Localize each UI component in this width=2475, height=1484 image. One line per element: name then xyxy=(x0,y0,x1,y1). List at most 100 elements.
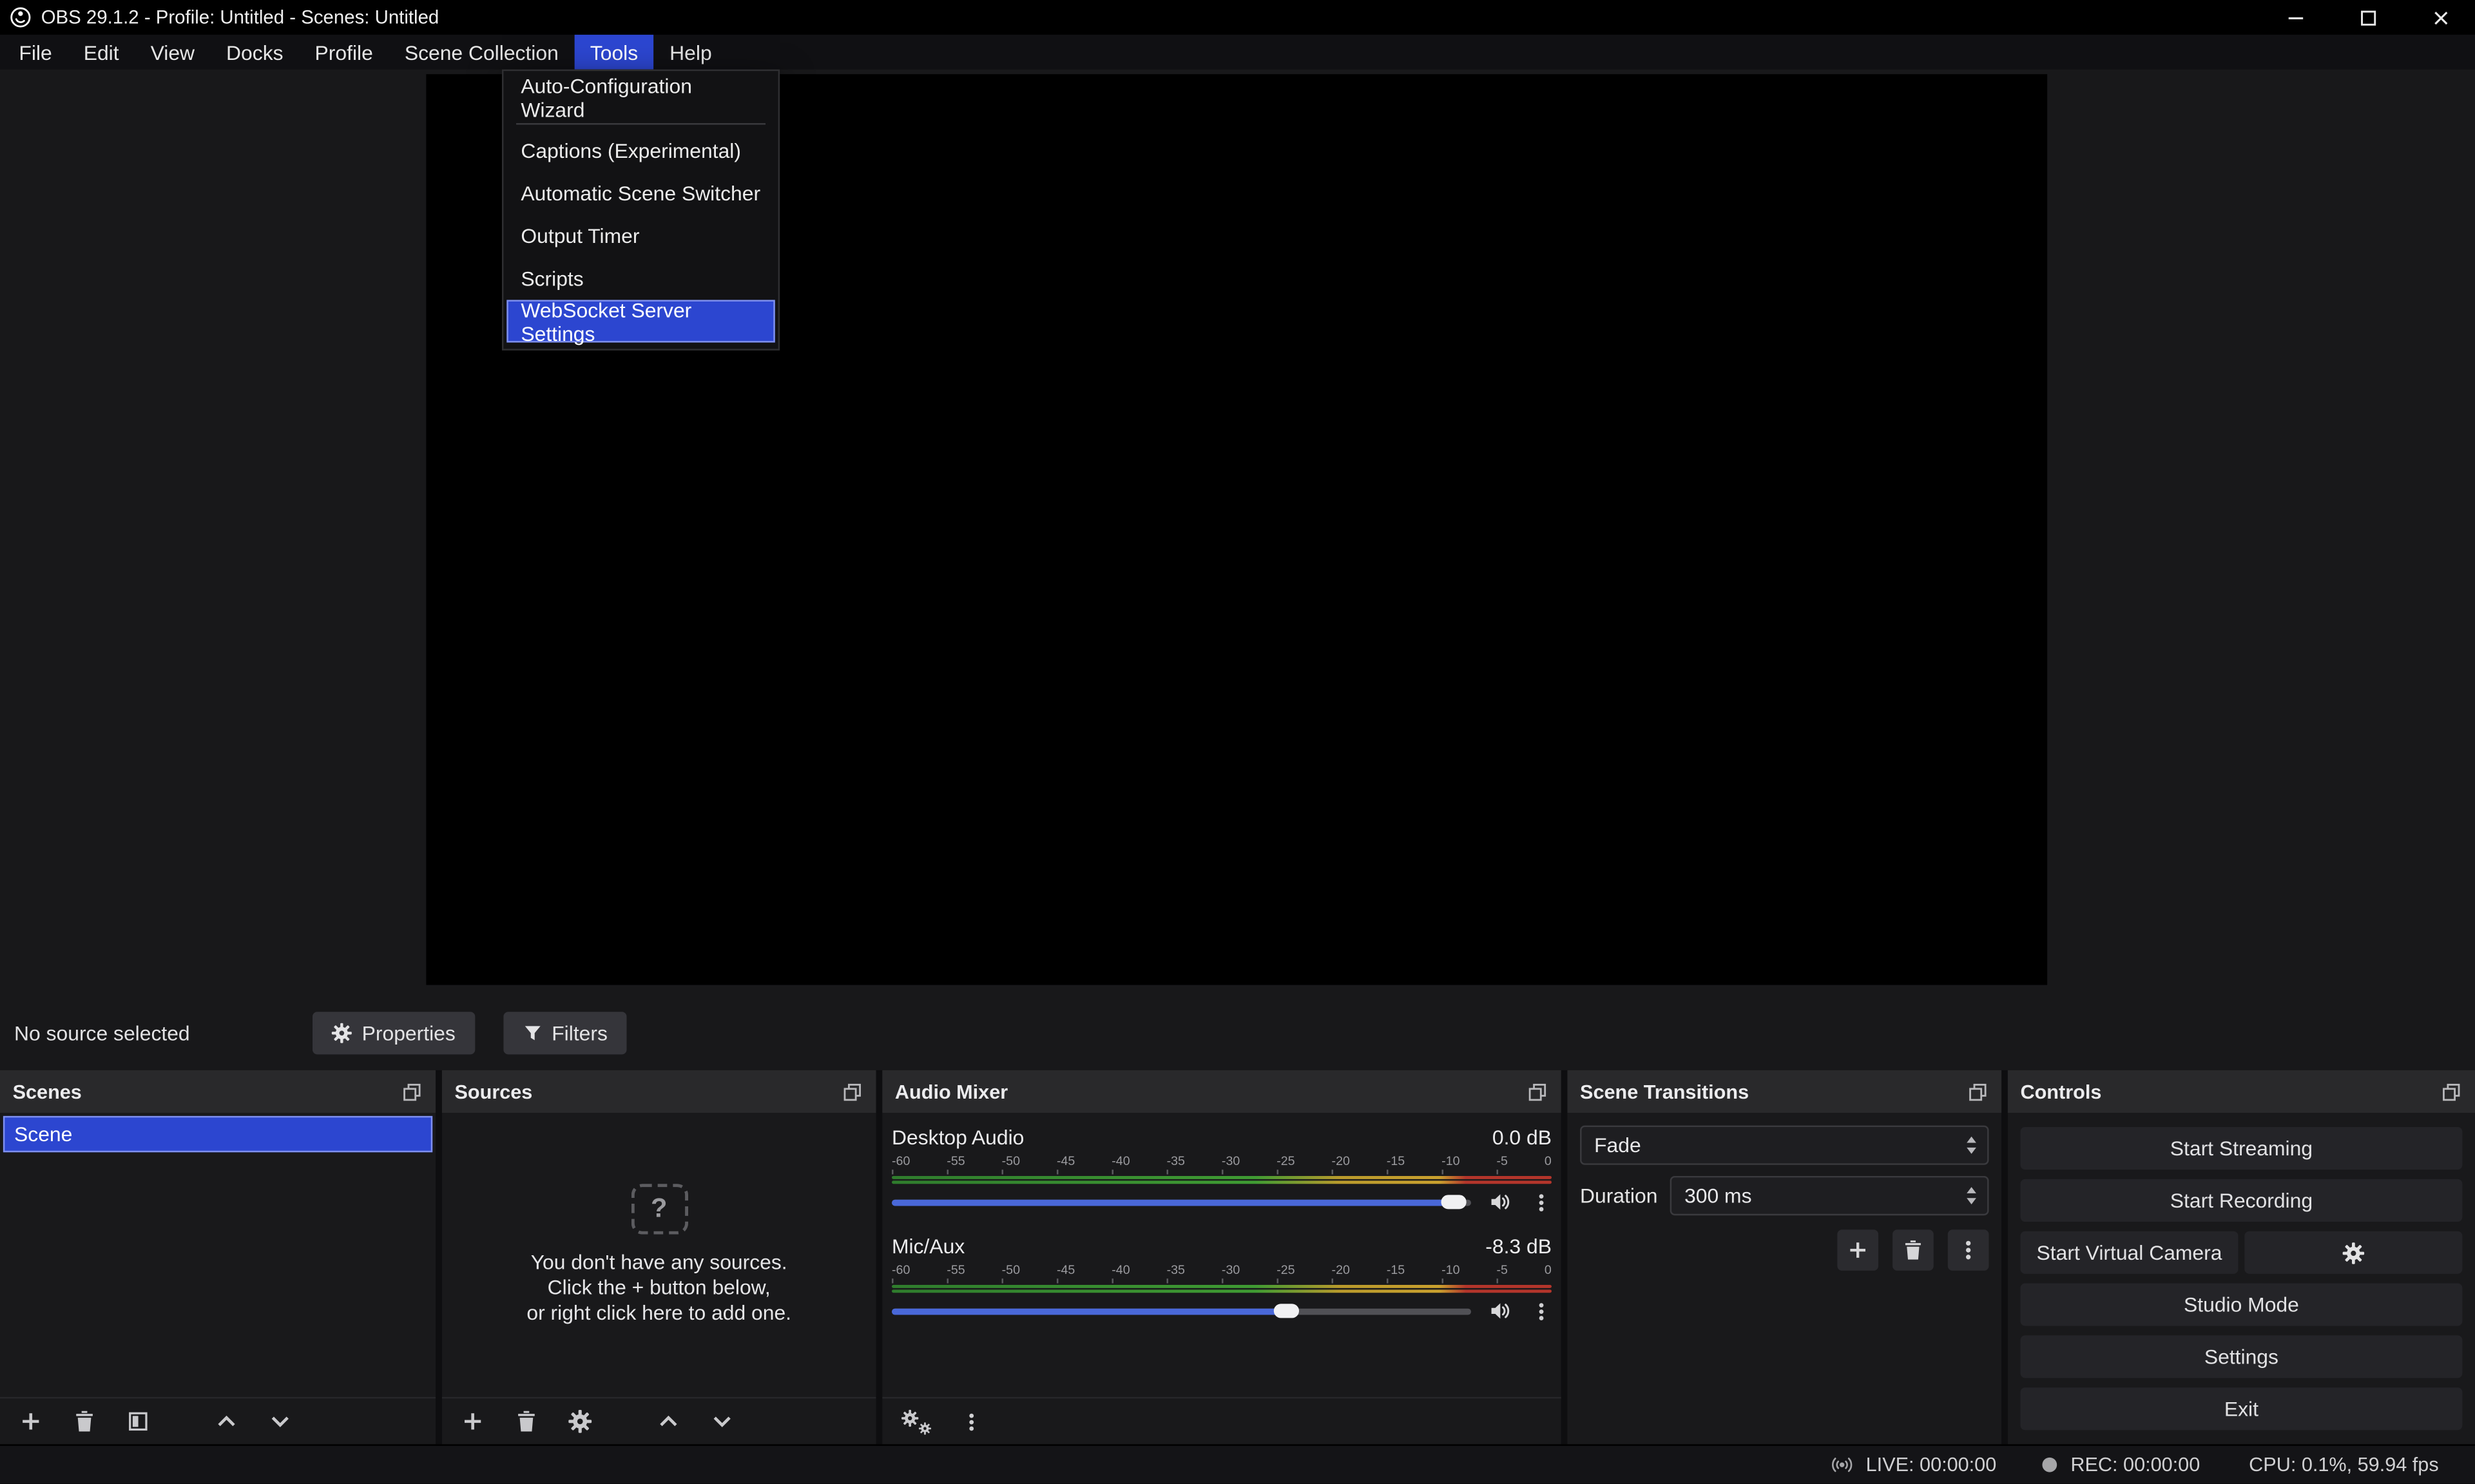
duration-value: 300 ms xyxy=(1684,1184,1751,1208)
menu-profile[interactable]: Profile xyxy=(299,35,389,70)
move-source-down-button[interactable] xyxy=(709,1409,734,1434)
source-properties-button[interactable] xyxy=(566,1409,592,1434)
menu-scene-collection[interactable]: Scene Collection xyxy=(389,35,574,70)
duration-decrement-button[interactable] xyxy=(1967,1198,1976,1204)
studio-mode-button[interactable]: Studio Mode xyxy=(2020,1284,2462,1326)
audio-mixer-dock-header[interactable]: Audio Mixer xyxy=(882,1070,1561,1113)
virtual-camera-settings-button[interactable] xyxy=(2244,1231,2462,1274)
tick-label: -55 xyxy=(947,1154,965,1170)
remove-transition-button[interactable] xyxy=(1892,1229,1934,1271)
popout-icon[interactable] xyxy=(1967,1081,1989,1103)
sources-dock-header[interactable]: Sources xyxy=(442,1070,876,1113)
tick-label: -50 xyxy=(1002,1263,1020,1278)
channel-options-button[interactable] xyxy=(1530,1190,1552,1215)
remove-source-button[interactable] xyxy=(513,1409,538,1434)
channel-options-button[interactable] xyxy=(1530,1298,1552,1324)
transition-options-button[interactable] xyxy=(1948,1229,1989,1271)
window-controls xyxy=(2282,6,2459,28)
duration-label: Duration xyxy=(1580,1184,1657,1208)
meter-bar-right xyxy=(892,1180,1552,1184)
menu-edit[interactable]: Edit xyxy=(68,35,135,70)
remove-scene-button[interactable] xyxy=(71,1409,96,1434)
controls-dock-header[interactable]: Controls xyxy=(2008,1070,2475,1113)
close-button[interactable] xyxy=(2427,6,2452,28)
menu-docks[interactable]: Docks xyxy=(211,35,299,70)
tools-menu-captions[interactable]: Captions (Experimental) xyxy=(506,130,775,172)
tick-label: -50 xyxy=(1002,1154,1020,1170)
popout-icon[interactable] xyxy=(2440,1081,2462,1103)
source-toolbar: No source selected Properties Filters xyxy=(0,994,2475,1070)
filters-button[interactable]: Filters xyxy=(503,1011,626,1054)
mute-button[interactable] xyxy=(1488,1190,1512,1214)
tick-label: -10 xyxy=(1441,1154,1459,1170)
audio-mixer-dock: Audio Mixer Desktop Audio 0.0 dB -60-55-… xyxy=(882,1070,1561,1445)
transition-selected-value: Fade xyxy=(1594,1133,1641,1157)
duration-increment-button[interactable] xyxy=(1967,1187,1976,1193)
titlebar[interactable]: OBS 29.1.2 - Profile: Untitled - Scenes:… xyxy=(0,0,2475,35)
tools-menu-output-timer[interactable]: Output Timer xyxy=(506,215,775,257)
sources-empty-state: ? You don't have any sources. Click the … xyxy=(442,1113,876,1397)
tools-menu-websocket-server-settings[interactable]: WebSocket Server Settings xyxy=(506,300,775,342)
volume-slider-handle[interactable] xyxy=(1441,1195,1466,1209)
move-scene-down-button[interactable] xyxy=(267,1409,292,1434)
exit-button[interactable]: Exit xyxy=(2020,1387,2462,1430)
transition-select[interactable]: Fade xyxy=(1580,1126,1989,1165)
tools-menu-automatic-scene-switcher[interactable]: Automatic Scene Switcher xyxy=(506,172,775,215)
popout-icon[interactable] xyxy=(842,1081,863,1103)
controls-body: Start Streaming Start Recording Start Vi… xyxy=(2008,1113,2475,1444)
popout-icon[interactable] xyxy=(401,1081,423,1103)
menu-help[interactable]: Help xyxy=(654,35,728,70)
tools-menu-scripts[interactable]: Scripts xyxy=(506,257,775,300)
move-scene-up-button[interactable] xyxy=(213,1409,238,1434)
channel-name: Desktop Audio xyxy=(892,1126,1024,1150)
sources-dock: Sources ? You don't have any sources. Cl… xyxy=(442,1070,876,1445)
start-virtual-camera-button[interactable]: Start Virtual Camera xyxy=(2020,1231,2238,1274)
performance-stats: CPU: 0.1%, 59.94 fps xyxy=(2249,1454,2438,1476)
sources-list[interactable]: ? You don't have any sources. Click the … xyxy=(442,1113,876,1397)
meter-bar-right xyxy=(892,1289,1552,1293)
tools-menu-auto-configuration-wizard[interactable]: Auto-Configuration Wizard xyxy=(506,76,775,119)
menubar: File Edit View Docks Profile Scene Colle… xyxy=(0,35,2475,70)
filters-button-label: Filters xyxy=(552,1021,608,1045)
channel-name: Mic/Aux xyxy=(892,1235,965,1258)
menu-tools[interactable]: Tools xyxy=(574,35,653,70)
meter-bar-left xyxy=(892,1285,1552,1288)
volume-slider-handle[interactable] xyxy=(1273,1304,1298,1318)
menu-file[interactable]: File xyxy=(3,35,68,70)
move-source-up-button[interactable] xyxy=(655,1409,680,1434)
mixer-channel-mic-aux: Mic/Aux -8.3 dB -60-55-50-45-40-35-30-25… xyxy=(892,1233,1552,1324)
settings-button[interactable]: Settings xyxy=(2020,1335,2462,1378)
tick-label: -35 xyxy=(1167,1263,1185,1278)
start-streaming-button[interactable]: Start Streaming xyxy=(2020,1127,2462,1170)
transitions-dock-title: Scene Transitions xyxy=(1580,1081,1749,1103)
add-source-button[interactable] xyxy=(459,1409,485,1434)
scenes-toolbar xyxy=(0,1397,436,1444)
tick-label: -40 xyxy=(1112,1263,1130,1278)
tools-dropdown-menu: Auto-Configuration Wizard Captions (Expe… xyxy=(502,70,780,351)
volume-slider[interactable] xyxy=(892,1189,1471,1216)
menu-view[interactable]: View xyxy=(135,35,210,70)
popout-icon[interactable] xyxy=(1526,1081,1548,1103)
channel-db-value: -8.3 dB xyxy=(1485,1235,1552,1258)
volume-slider[interactable] xyxy=(892,1298,1471,1325)
obs-main-window: OBS 29.1.2 - Profile: Untitled - Scenes:… xyxy=(0,0,2475,1479)
maximize-button[interactable] xyxy=(2355,6,2380,28)
add-scene-button[interactable] xyxy=(17,1409,43,1434)
scene-filters-button[interactable] xyxy=(125,1409,150,1434)
properties-button[interactable]: Properties xyxy=(313,1011,474,1054)
mute-button[interactable] xyxy=(1488,1299,1512,1323)
start-recording-button[interactable]: Start Recording xyxy=(2020,1179,2462,1222)
transitions-dock-header[interactable]: Scene Transitions xyxy=(1567,1070,2001,1113)
advanced-audio-properties-button[interactable] xyxy=(900,1409,931,1434)
window-title: OBS 29.1.2 - Profile: Untitled - Scenes:… xyxy=(41,6,439,28)
tick-label: -30 xyxy=(1222,1263,1240,1278)
scene-list-item[interactable]: Scene xyxy=(3,1116,432,1152)
tick-label: -25 xyxy=(1276,1263,1295,1278)
minimize-button[interactable] xyxy=(2282,6,2307,28)
scenes-dock-header[interactable]: Scenes xyxy=(0,1070,436,1113)
mixer-options-button[interactable] xyxy=(959,1409,981,1434)
tick-label: -5 xyxy=(1496,1263,1507,1278)
tick-label: 0 xyxy=(1545,1263,1552,1278)
duration-spinbox[interactable]: 300 ms xyxy=(1670,1176,1989,1215)
add-transition-button[interactable] xyxy=(1837,1229,1878,1271)
